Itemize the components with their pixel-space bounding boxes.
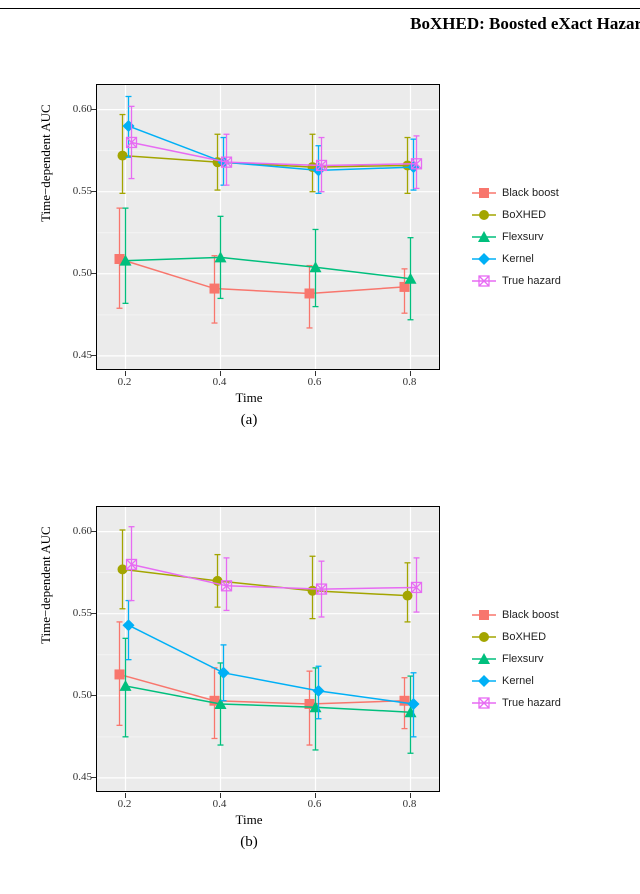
- x-axis-label: Time: [36, 812, 462, 828]
- plot-area-b: [96, 506, 440, 792]
- plot-area-a: [96, 84, 440, 370]
- legend-item: Flexsurv: [470, 226, 561, 248]
- legend-item: Black boost: [470, 604, 561, 626]
- legend-item: BoXHED: [470, 626, 561, 648]
- legend-item: True hazard: [470, 270, 561, 292]
- legend: Black boostBoXHEDFlexsurvKernelTrue haza…: [470, 182, 561, 292]
- legend-item: Flexsurv: [470, 648, 561, 670]
- x-axis-label: Time: [36, 390, 462, 406]
- legend-item: Kernel: [470, 248, 561, 270]
- legend-item: True hazard: [470, 692, 561, 714]
- y-axis-label: Time−dependent AUC: [38, 526, 54, 644]
- subplot-caption-b: (b): [36, 834, 462, 851]
- legend: Black boostBoXHEDFlexsurvKernelTrue haza…: [470, 604, 561, 714]
- subplot-caption-a: (a): [36, 412, 462, 429]
- paper-title: BoXHED: Boosted eXact Hazar: [410, 14, 640, 34]
- y-axis-label: Time−dependent AUC: [38, 104, 54, 222]
- legend-item: Black boost: [470, 182, 561, 204]
- legend-item: Kernel: [470, 670, 561, 692]
- legend-item: BoXHED: [470, 204, 561, 226]
